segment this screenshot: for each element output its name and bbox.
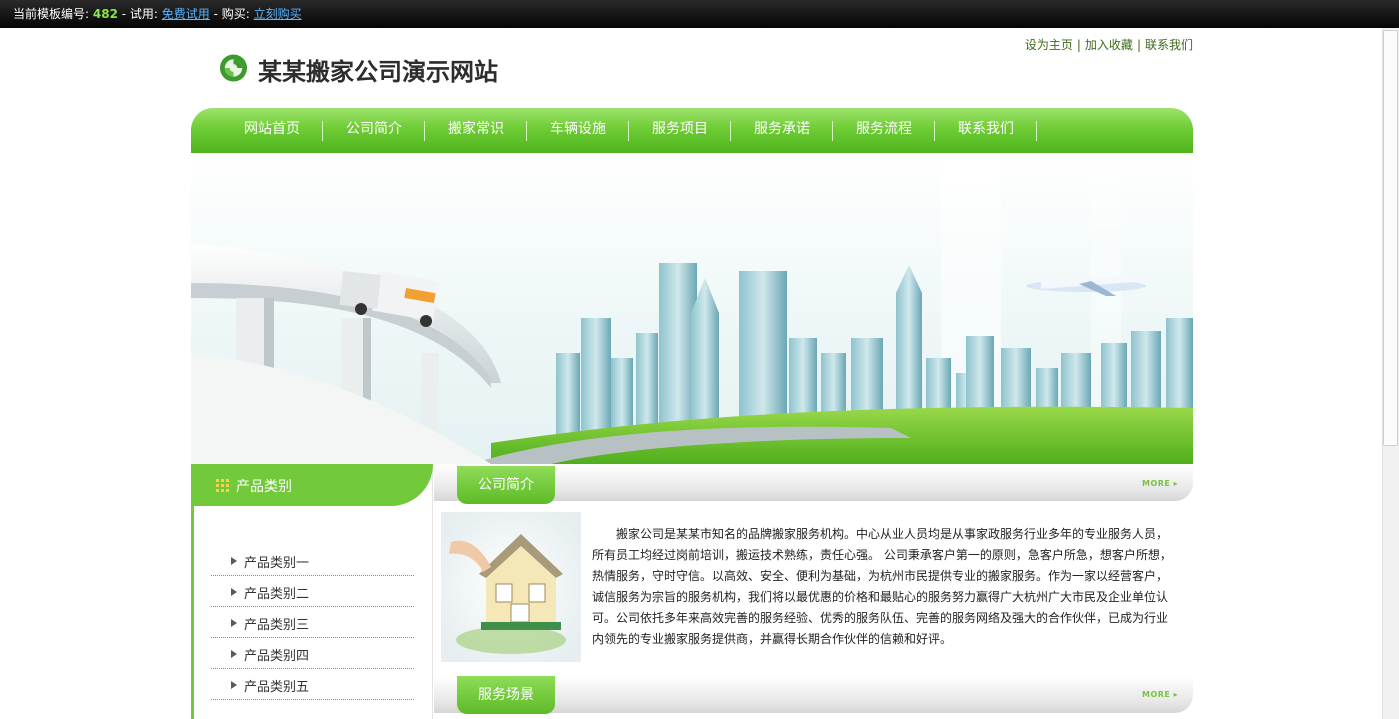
category-item-4[interactable]: 产品类别四 (211, 638, 414, 669)
nav-divider (1036, 121, 1037, 141)
logo-icon (219, 54, 248, 82)
trial-label: - 试用: (121, 7, 158, 21)
nav-item-services[interactable]: 服务项目 (629, 108, 731, 153)
buy-now-link[interactable]: 立刻购买 (254, 7, 302, 21)
sidebar-title: 产品类别 (236, 479, 292, 495)
product-category-sidebar: 产品类别 产品类别一 产品类别二 产品类别三 产品类别四 产品类别五 (191, 464, 433, 719)
sidebar-header: 产品类别 (194, 464, 433, 506)
category-item-1[interactable]: 产品类别一 (211, 545, 414, 576)
about-section-title: 公司简介 (457, 466, 555, 504)
category-item-2[interactable]: 产品类别二 (211, 576, 414, 607)
company-intro-text: 搬家公司是某某市知名的品牌搬家服务机构。中心从业人员均是从事家政服务行业多年的专… (592, 527, 1172, 646)
scenes-more-link[interactable]: MORE ▸ (1142, 690, 1178, 699)
buy-label: - 购买: (213, 7, 250, 21)
template-info-bar: 当前模板编号: 482 - 试用: 免费试用 - 购买: 立刻购买 (0, 0, 1399, 28)
contact-us-link[interactable]: 联系我们 (1145, 38, 1193, 52)
caret-right-icon (231, 681, 237, 689)
category-label: 产品类别四 (244, 649, 310, 664)
template-number-label: 当前模板编号: (13, 7, 90, 21)
scenes-section-title: 服务场景 (457, 676, 555, 714)
category-label: 产品类别五 (244, 680, 310, 695)
category-label: 产品类别三 (244, 618, 310, 633)
nav-item-moving-tips[interactable]: 搬家常识 (425, 108, 527, 153)
caret-right-icon (231, 588, 237, 596)
header-link-separator: | (1136, 38, 1141, 52)
more-label: MORE (1142, 479, 1171, 488)
caret-right-icon (231, 619, 237, 627)
site-title: 某某搬家公司演示网站 (258, 57, 498, 86)
house-image (441, 512, 581, 662)
nav-item-vehicles[interactable]: 车辆设施 (527, 108, 629, 153)
scrollbar-thumb[interactable] (1383, 30, 1398, 446)
set-homepage-link[interactable]: 设为主页 (1025, 38, 1073, 52)
category-item-3[interactable]: 产品类别三 (211, 607, 414, 638)
about-more-link[interactable]: MORE ▸ (1142, 479, 1178, 488)
nav-item-process[interactable]: 服务流程 (833, 108, 935, 153)
category-label: 产品类别二 (244, 587, 310, 602)
hero-banner-image (191, 153, 1193, 464)
header-link-separator: | (1076, 38, 1081, 52)
category-item-5[interactable]: 产品类别五 (211, 669, 414, 700)
nav-item-commitment[interactable]: 服务承诺 (731, 108, 833, 153)
more-label: MORE (1142, 690, 1171, 699)
nav-item-about[interactable]: 公司简介 (323, 108, 425, 153)
nav-item-home[interactable]: 网站首页 (221, 108, 323, 153)
nav-item-contact[interactable]: 联系我们 (935, 108, 1037, 153)
free-trial-link[interactable]: 免费试用 (162, 7, 210, 21)
main-nav: 网站首页 公司简介 搬家常识 车辆设施 服务项目 服务承诺 服务流程 联系我们 (191, 108, 1193, 153)
caret-right-icon (231, 557, 237, 565)
add-favorite-link[interactable]: 加入收藏 (1085, 38, 1133, 52)
header-links: 设为主页 | 加入收藏 | 联系我们 (1000, 36, 1193, 53)
caret-right-icon (231, 650, 237, 658)
template-number: 482 (92, 7, 118, 21)
grid-icon (216, 479, 229, 492)
category-label: 产品类别一 (244, 556, 310, 571)
